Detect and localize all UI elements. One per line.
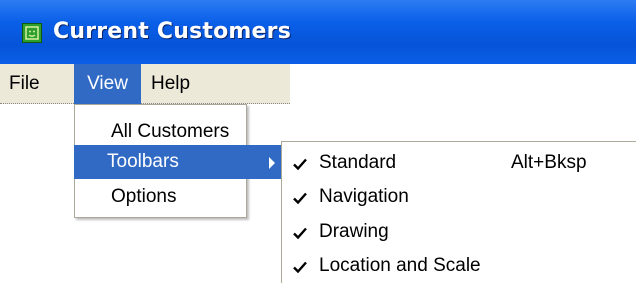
submenu-arrow-icon	[269, 157, 275, 169]
menu-bar: File View Help	[0, 64, 290, 104]
app-icon[interactable]	[22, 23, 42, 43]
toolbars-submenu: Standard Alt+Bksp Navigation Drawing Loc…	[281, 141, 636, 283]
checkmark-icon	[293, 227, 307, 240]
menu-item-label: Options	[111, 186, 177, 207]
menu-file[interactable]: File	[9, 64, 40, 104]
submenu-item-standard[interactable]: Standard Alt+Bksp	[282, 146, 636, 180]
submenu-item-label: Standard	[319, 152, 397, 173]
submenu-item-label: Navigation	[319, 186, 409, 207]
submenu-item-navigation[interactable]: Navigation	[282, 180, 636, 214]
checkmark-icon	[293, 158, 307, 171]
menu-item-toolbars[interactable]: Toolbars	[74, 145, 281, 179]
menu-item-label: All Customers	[111, 121, 230, 142]
menu-view[interactable]: View	[74, 64, 141, 104]
checkmark-icon	[293, 261, 307, 274]
submenu-item-drawing[interactable]: Drawing	[282, 215, 636, 249]
menu-item-options[interactable]: Options	[75, 180, 246, 214]
window-title: Current Customers	[53, 19, 291, 44]
submenu-item-label: Location and Scale	[319, 255, 481, 276]
checkmark-icon	[293, 192, 307, 205]
title-bar[interactable]: Current Customers	[0, 0, 636, 64]
menu-item-label: Toolbars	[107, 151, 179, 172]
submenu-item-location-and-scale[interactable]: Location and Scale	[282, 249, 636, 283]
menu-item-all-customers[interactable]: All Customers	[75, 115, 246, 149]
menu-help[interactable]: Help	[151, 64, 190, 104]
submenu-item-label: Drawing	[319, 221, 389, 242]
shortcut-label: Alt+Bksp	[511, 152, 587, 173]
